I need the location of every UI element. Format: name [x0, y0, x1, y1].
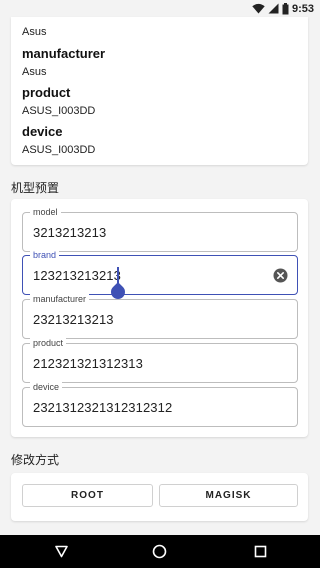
info-key-product: product	[22, 85, 71, 100]
device-info-card: Asus manufacturer Asus product ASUS_I003…	[11, 17, 308, 165]
device-value[interactable]: 2321312321312312312	[33, 400, 172, 415]
info-value-manufacturer: Asus	[22, 66, 47, 78]
info-value-top: Asus	[22, 26, 47, 38]
battery-icon	[282, 2, 289, 14]
model-label: model	[30, 206, 61, 218]
preset-form-card: model 3213213213 brand 123213213213 manu…	[11, 199, 308, 437]
info-value-product: ASUS_I003DD	[22, 105, 96, 117]
product-value[interactable]: 212321321312313	[33, 356, 143, 371]
model-field[interactable]: model 3213213213	[22, 206, 298, 252]
signal-icon	[268, 3, 279, 14]
manufacturer-value[interactable]: 23213213213	[33, 312, 114, 327]
info-value-device: ASUS_I003DD	[22, 144, 96, 156]
info-key-manufacturer: manufacturer	[22, 46, 106, 61]
model-value[interactable]: 3213213213	[33, 225, 106, 240]
magisk-button[interactable]: MAGISK	[159, 484, 298, 507]
device-label: device	[30, 381, 63, 393]
brand-label: brand	[30, 249, 60, 261]
clear-icon[interactable]	[273, 268, 288, 283]
info-key-device: device	[22, 124, 63, 139]
root-button[interactable]: ROOT	[22, 484, 153, 507]
wifi-icon	[252, 3, 265, 14]
modify-section-title: 修改方式	[11, 453, 60, 467]
status-time: 9:53	[291, 2, 314, 15]
device-field[interactable]: device 2321312321312312312	[22, 381, 298, 427]
status-bar: 9:53	[0, 0, 320, 17]
brand-field[interactable]: brand 123213213213	[22, 249, 298, 295]
product-label: product	[30, 337, 67, 349]
preset-section-title: 机型预置	[11, 181, 60, 195]
back-icon[interactable]	[53, 543, 70, 560]
recents-icon[interactable]	[252, 543, 269, 560]
manufacturer-field[interactable]: manufacturer 23213213213	[22, 293, 298, 339]
manufacturer-label: manufacturer	[30, 293, 90, 305]
product-field[interactable]: product 212321321312313	[22, 337, 298, 383]
status-icons: 9:53	[252, 1, 314, 16]
modify-method-card: ROOT MAGISK	[11, 473, 308, 521]
home-icon[interactable]	[151, 543, 168, 560]
navigation-bar	[0, 535, 320, 568]
brand-value[interactable]: 123213213213	[33, 268, 121, 283]
